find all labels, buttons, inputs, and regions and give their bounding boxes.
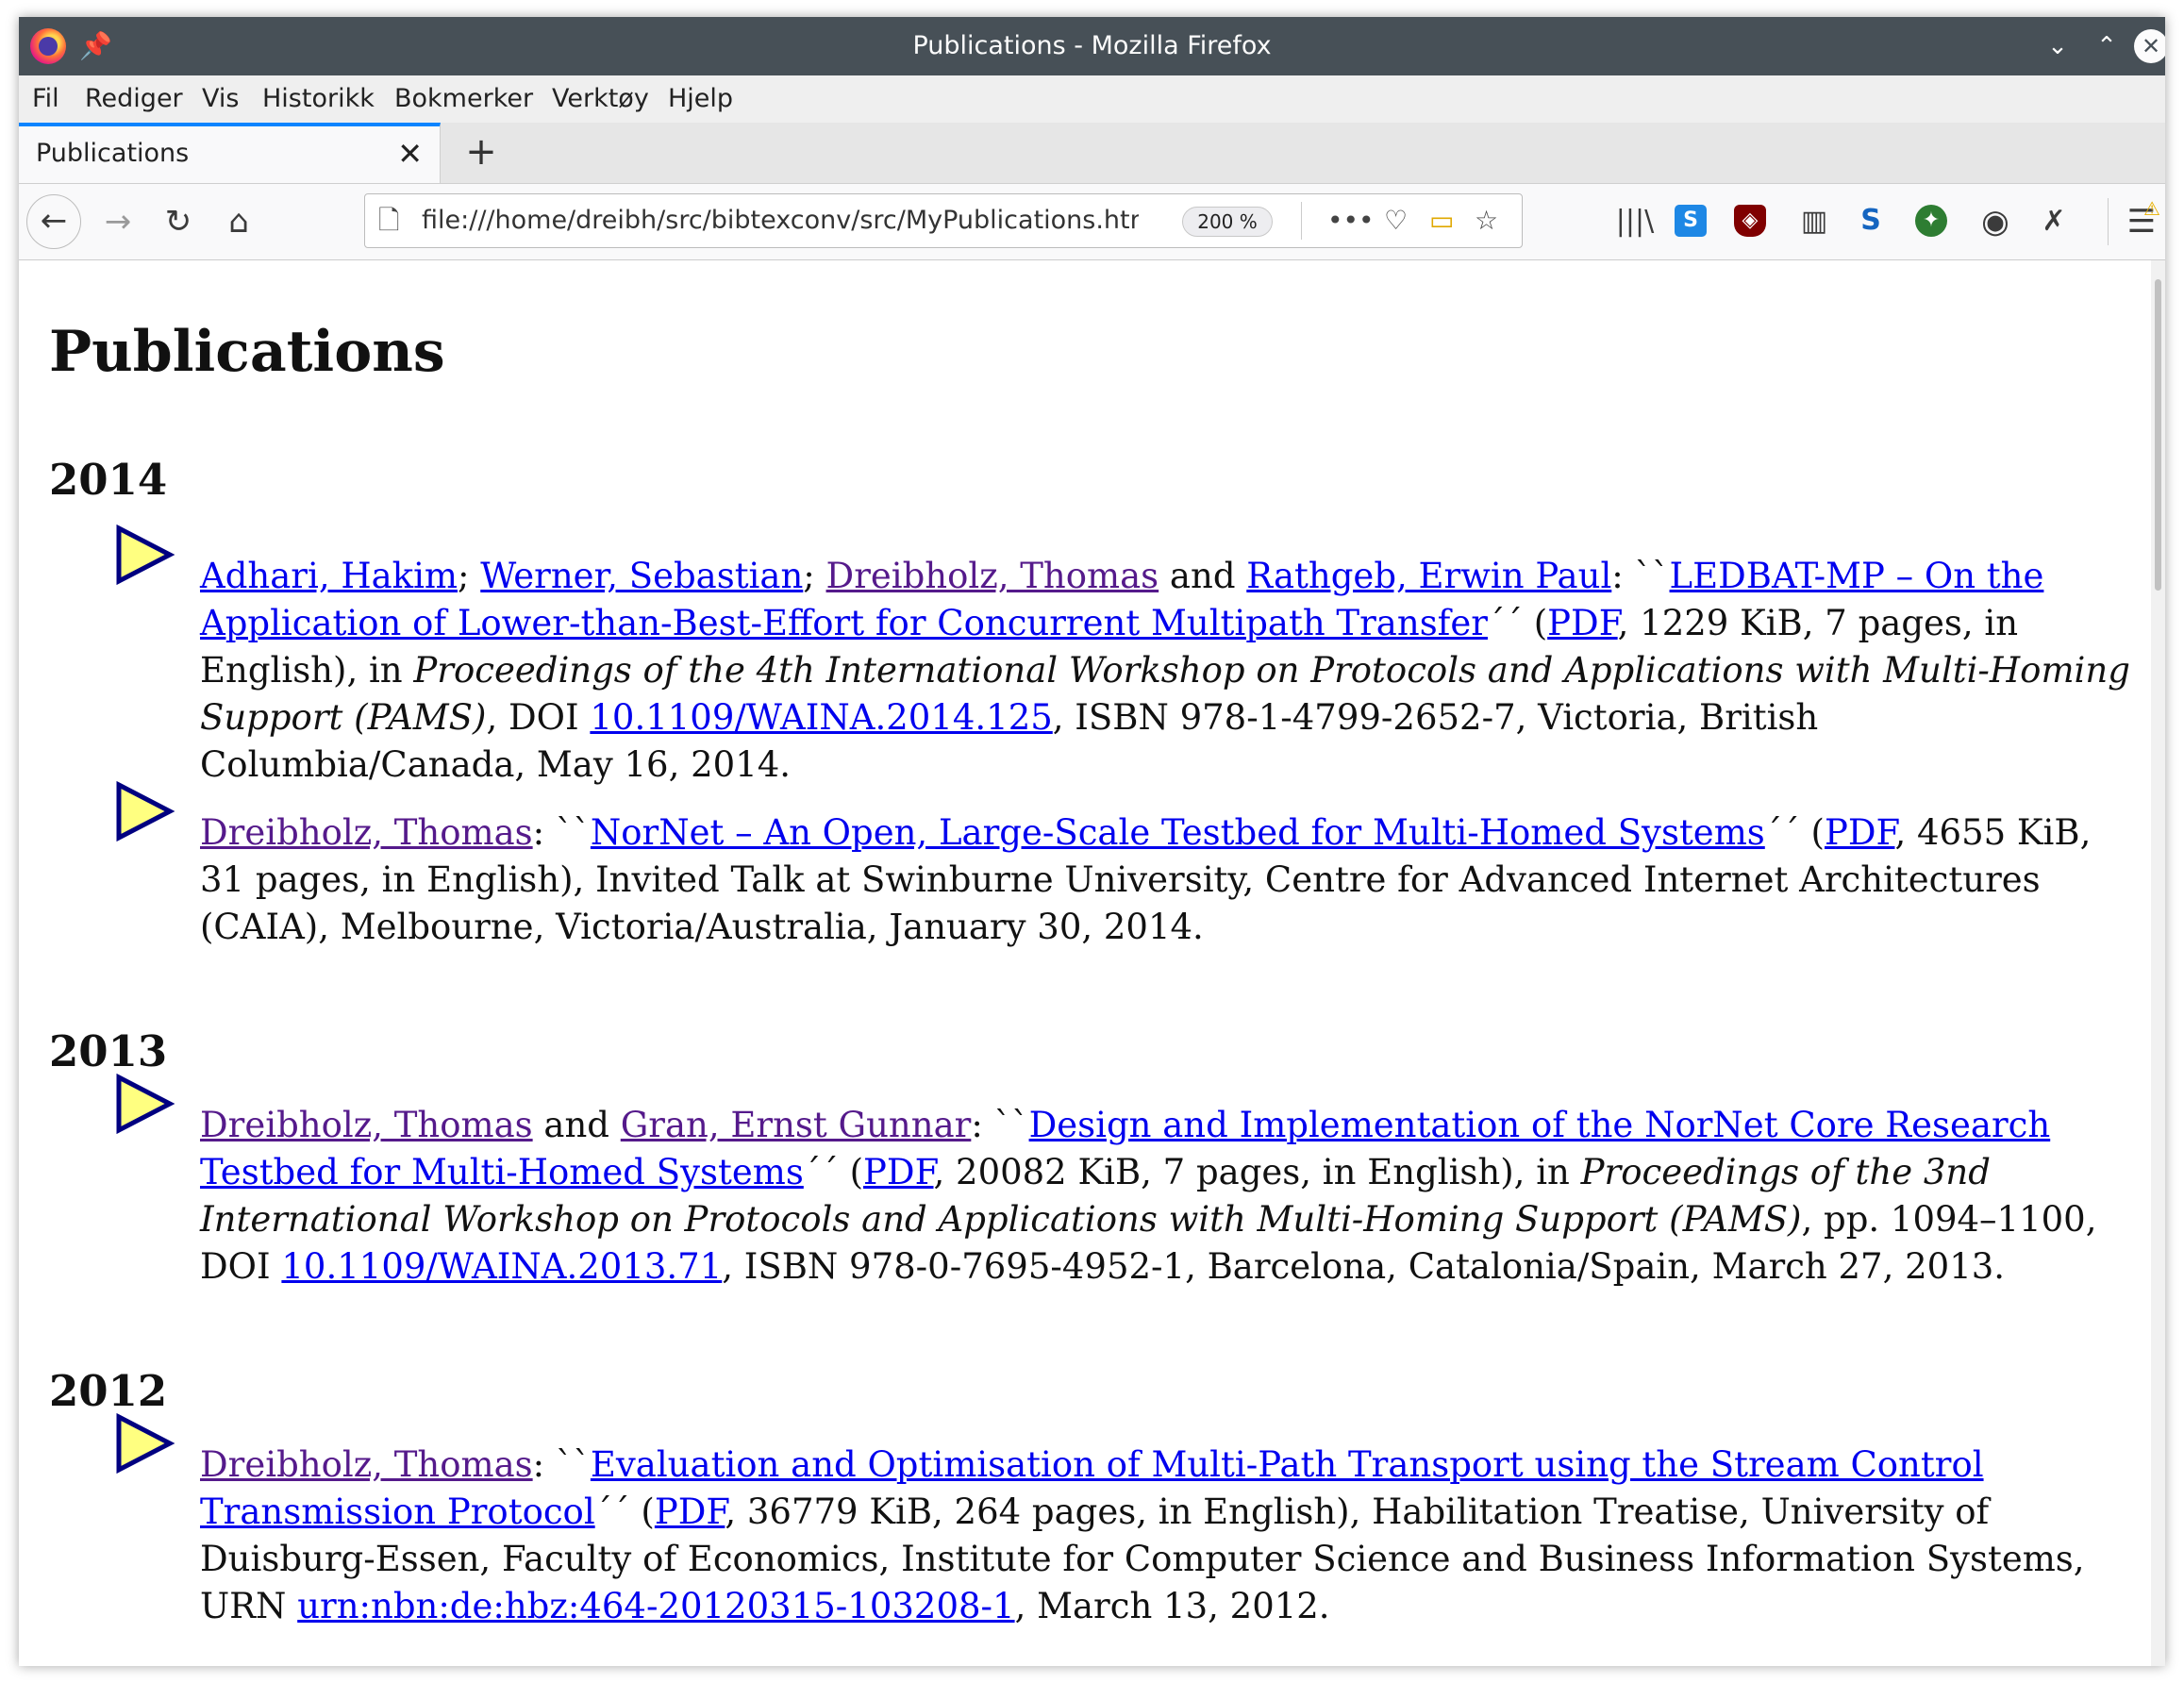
- zoom-reset-button[interactable]: 200 %: [1182, 207, 1273, 237]
- entry-bullet-icon: [116, 1074, 175, 1134]
- author-link[interactable]: Werner, Sebastian: [480, 556, 803, 596]
- author-link[interactable]: Dreibholz, Thomas: [200, 1105, 533, 1145]
- toolbar-separator: [2108, 198, 2109, 245]
- entry-bullet-icon: [116, 1413, 175, 1474]
- author-link[interactable]: Dreibholz, Thomas: [826, 556, 1159, 596]
- tab-title: Publications: [36, 139, 190, 168]
- url-separator: [1301, 202, 1302, 240]
- year-heading-2014: 2014: [49, 455, 168, 505]
- vertical-scrollbar[interactable]: [2151, 260, 2165, 1666]
- addon-x-icon[interactable]: ✗: [2032, 184, 2076, 259]
- doi-label: , DOI: [486, 697, 591, 738]
- year-heading-2012: 2012: [49, 1366, 168, 1416]
- separator: ´´ (: [594, 1491, 655, 1532]
- author-link[interactable]: Dreibholz, Thomas: [200, 1444, 533, 1485]
- tab-strip: Publications ✕ +: [19, 123, 2165, 184]
- entry-details: , 20082 KiB, 7 pages, in English), in: [933, 1152, 1581, 1192]
- firefox-window: 📌 Publications - Mozilla Firefox ⌄ ⌃ ✕ F…: [19, 17, 2165, 1666]
- minimize-icon[interactable]: ⌄: [2038, 26, 2077, 66]
- window-title: Publications - Mozilla Firefox: [912, 31, 1272, 60]
- addon-s2-icon[interactable]: S: [1855, 205, 1887, 237]
- pdf-link[interactable]: PDF: [863, 1152, 933, 1192]
- publication-entry: Adhari, Hakim; Werner, Sebastian; Dreibh…: [200, 553, 2143, 789]
- maximize-icon[interactable]: ⌃: [2087, 26, 2126, 66]
- menu-hjelp[interactable]: Hjelp: [668, 75, 733, 123]
- forward-button[interactable]: →: [94, 184, 142, 259]
- account-icon[interactable]: ◉: [1974, 184, 2017, 259]
- library-icon[interactable]: |||\: [1613, 184, 1657, 259]
- addon-green-icon[interactable]: ✦: [1915, 205, 1947, 237]
- new-tab-button[interactable]: +: [455, 123, 508, 183]
- entry-details: , March 13, 2012.: [1014, 1586, 1330, 1626]
- entry-details: , ISBN 978-0-7695-4952-1, Barcelona, Cat…: [722, 1246, 2006, 1287]
- menu-rediger[interactable]: Rediger: [85, 75, 183, 123]
- title-link[interactable]: NorNet – An Open, Large-Scale Testbed fo…: [591, 812, 1765, 853]
- publication-entry: Dreibholz, Thomas and Gran, Ernst Gunnar…: [200, 1102, 2143, 1291]
- reload-button[interactable]: ↻: [155, 184, 202, 259]
- year-heading-2013: 2013: [49, 1026, 168, 1076]
- menu-fil[interactable]: Fil: [32, 75, 59, 123]
- tab-publications[interactable]: Publications ✕: [19, 123, 441, 183]
- author-link[interactable]: Rathgeb, Erwin Paul: [1246, 556, 1611, 596]
- navigation-toolbar: ← → ↻ ⌂ 🗋 file:///home/dreibh/src/bibtex…: [19, 184, 2165, 260]
- page-title: Publications: [49, 319, 445, 385]
- separator: : ``: [532, 1444, 591, 1485]
- scrollbar-thumb[interactable]: [2155, 279, 2161, 591]
- author-link[interactable]: Gran, Ernst Gunnar: [621, 1105, 972, 1145]
- separator: ´´ (: [803, 1152, 864, 1192]
- menu-bar: Fil Rediger Vis Historikk Bokmerker Verk…: [19, 75, 2165, 124]
- menu-historikk[interactable]: Historikk: [262, 75, 375, 123]
- page-icon: 🗋: [378, 205, 400, 236]
- menu-verktoy[interactable]: Verktøy: [552, 75, 649, 123]
- separator: ;: [458, 556, 481, 596]
- folder-icon[interactable]: ▭: [1429, 194, 1454, 247]
- urn-link[interactable]: urn:nbn:de:hbz:464-20120315-103208-1: [297, 1586, 1014, 1626]
- separator: : ``: [971, 1105, 1029, 1145]
- menu-bokmerker[interactable]: Bokmerker: [394, 75, 533, 123]
- close-window-icon[interactable]: ✕: [2134, 29, 2165, 63]
- entry-bullet-icon: [116, 525, 175, 585]
- hamburger-menu-icon[interactable]: ☰ ⚠: [2123, 184, 2160, 259]
- entry-bullet-icon: [116, 781, 175, 842]
- pocket-icon[interactable]: ♡: [1384, 194, 1408, 247]
- separator: and: [1159, 556, 1247, 596]
- doi-link[interactable]: 10.1109/WAINA.2013.71: [281, 1246, 722, 1287]
- separator: ´´ (: [1764, 812, 1825, 853]
- pdf-link[interactable]: PDF: [1547, 603, 1617, 643]
- separator: : ``: [1611, 556, 1670, 596]
- bookmark-star-icon[interactable]: ☆: [1475, 194, 1498, 247]
- author-link[interactable]: Dreibholz, Thomas: [200, 812, 533, 853]
- menu-vis[interactable]: Vis: [202, 75, 239, 123]
- publication-entry: Dreibholz, Thomas: ``Evaluation and Opti…: [200, 1441, 2143, 1630]
- home-button[interactable]: ⌂: [215, 184, 262, 259]
- url-input[interactable]: file:///home/dreibh/src/bibtexconv/src/M…: [422, 194, 1139, 247]
- sidebar-icon[interactable]: ▥: [1792, 184, 1836, 259]
- separator: ´´ (: [1487, 603, 1548, 643]
- separator: and: [532, 1105, 621, 1145]
- page-actions-icon[interactable]: •••: [1327, 194, 1375, 247]
- publication-entry: Dreibholz, Thomas: ``NorNet – An Open, L…: [200, 809, 2143, 951]
- separator: ;: [803, 556, 826, 596]
- doi-link[interactable]: 10.1109/WAINA.2014.125: [590, 697, 1052, 738]
- back-button[interactable]: ←: [26, 194, 81, 249]
- page-content: Publications 2014 Adhari, Hakim; Werner,…: [19, 260, 2151, 1666]
- pdf-link[interactable]: PDF: [1825, 812, 1894, 853]
- tab-close-icon[interactable]: ✕: [397, 126, 423, 181]
- title-bar[interactable]: 📌 Publications - Mozilla Firefox ⌄ ⌃ ✕: [19, 17, 2165, 75]
- addon-s-icon[interactable]: S: [1675, 205, 1707, 237]
- author-link[interactable]: Adhari, Hakim: [200, 556, 458, 596]
- pdf-link[interactable]: PDF: [655, 1491, 725, 1532]
- separator: : ``: [532, 812, 591, 853]
- url-bar[interactable]: 🗋 file:///home/dreibh/src/bibtexconv/src…: [364, 193, 1523, 248]
- ublock-icon[interactable]: ◈: [1734, 205, 1766, 237]
